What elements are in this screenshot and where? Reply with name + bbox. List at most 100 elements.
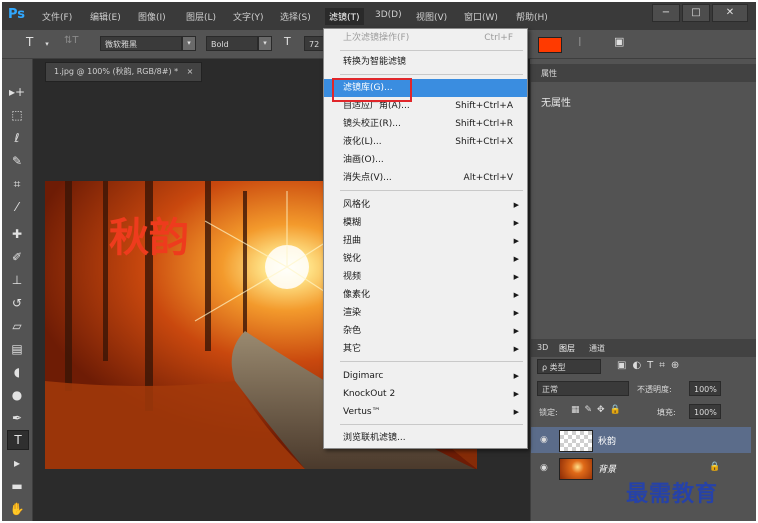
photoshop-logo: Ps — [8, 7, 26, 22]
menu-pixelate[interactable]: 像素化 ▶ — [324, 286, 527, 304]
watermark-logo: 最需教育 — [626, 481, 719, 507]
menu-knockout[interactable]: KnockOut 2 ▶ — [324, 385, 527, 403]
tab-channels[interactable]: 通道 — [589, 343, 605, 354]
move-tool-icon[interactable]: ▸+ — [7, 83, 27, 101]
clone-stamp-tool-icon[interactable]: ⊥ — [7, 271, 27, 289]
document-tab[interactable]: 1.jpg @ 100% (秋韵, RGB/8#) * × — [45, 62, 203, 82]
lock-icon: 🔒 — [709, 462, 721, 472]
layer-row-text[interactable]: ◉ 秋韵 — [531, 427, 751, 453]
font-family-field[interactable]: 微软雅黑 — [100, 36, 182, 51]
healing-brush-tool-icon[interactable]: ✚ — [7, 225, 27, 243]
tab-3d[interactable]: 3D — [537, 343, 548, 352]
menu-oil-paint[interactable]: 油画(O)... — [324, 151, 527, 169]
lock-icons[interactable]: ▦✎✥🔒 — [571, 405, 626, 415]
type-tool-icon[interactable]: T — [7, 430, 29, 450]
menu-file[interactable]: 文件(F) — [42, 10, 72, 23]
menu-select[interactable]: 选择(S) — [280, 10, 311, 23]
menu-filter[interactable]: 滤镜(T) — [325, 8, 364, 25]
blur-tool-icon[interactable]: ◖ — [7, 363, 27, 381]
blend-mode-dropdown[interactable]: 正常 — [537, 381, 629, 396]
quick-select-tool-icon[interactable]: ✎ — [7, 152, 27, 170]
font-style-dropdown-icon[interactable]: ▾ — [258, 36, 272, 51]
minimize-button[interactable]: − — [652, 4, 680, 22]
text-layer-thumbnail — [559, 430, 593, 452]
menu-help[interactable]: 帮助(H) — [516, 10, 548, 23]
close-tab-icon[interactable]: × — [187, 67, 194, 76]
type-tool-preset-icon[interactable]: T — [26, 35, 33, 49]
menu-view[interactable]: 视图(V) — [416, 10, 447, 23]
layer-name-text: 秋韵 — [598, 437, 617, 447]
tools-panel: ▸+ ⬚ ℓ ✎ ⌗ ⁄ ✚ ✐ ⊥ ↺ ▱ ▤ ◖ ● ✒ T ▸ ▬ ✋ — [2, 59, 33, 521]
menu-blur[interactable]: 模糊 ▶ — [324, 214, 527, 232]
menu-separator — [340, 50, 523, 51]
menu-render[interactable]: 渲染 ▶ — [324, 304, 527, 322]
menu-separator — [340, 424, 523, 425]
lasso-tool-icon[interactable]: ℓ — [7, 129, 27, 147]
menu-other[interactable]: 其它 ▶ — [324, 340, 527, 358]
background-layer-thumbnail — [559, 458, 593, 480]
layer-filter-icons[interactable]: ▣◐T⌗⊕ — [617, 360, 685, 371]
close-button[interactable]: ✕ — [712, 4, 748, 22]
menu-separator — [340, 190, 523, 191]
menu-video[interactable]: 视频 ▶ — [324, 268, 527, 286]
menu-image[interactable]: 图像(I) — [138, 10, 166, 23]
history-brush-tool-icon[interactable]: ↺ — [7, 294, 27, 312]
properties-panel: 属性 无属性 — [530, 64, 756, 344]
menu-window[interactable]: 窗口(W) — [464, 10, 498, 23]
menu-distort[interactable]: 扭曲 ▶ — [324, 232, 527, 250]
dodge-tool-icon[interactable]: ● — [7, 386, 27, 404]
menu-lens-correction[interactable]: 镜头校正(R)... Shift+Ctrl+R — [324, 115, 527, 133]
menu-convert-smart-filter[interactable]: 转换为智能滤镜 — [324, 53, 527, 71]
menu-noise[interactable]: 杂色 ▶ — [324, 322, 527, 340]
menu-edit[interactable]: 编辑(E) — [90, 10, 121, 23]
highlight-annotation-box — [332, 78, 412, 102]
submenu-arrow-icon: ▶ — [513, 345, 519, 353]
hand-tool-icon[interactable]: ✋ — [7, 500, 27, 518]
preset-dropdown-icon[interactable]: ▾ — [42, 38, 52, 48]
font-size-icon: T — [284, 35, 291, 48]
pen-tool-icon[interactable]: ✒ — [7, 409, 27, 427]
menu-separator — [340, 361, 523, 362]
menu-vertus[interactable]: Vertus™ ▶ — [324, 403, 527, 421]
tab-layers[interactable]: 图层 — [559, 343, 575, 354]
text-color-swatch[interactable] — [538, 37, 562, 53]
properties-tab[interactable]: 属性 — [541, 68, 557, 79]
submenu-arrow-icon: ▶ — [513, 408, 519, 416]
document-tab-title: 1.jpg @ 100% (秋韵, RGB/8#) * — [54, 67, 179, 76]
warp-text-icon[interactable]: Ⅰ — [578, 35, 582, 49]
gradient-tool-icon[interactable]: ▤ — [7, 340, 27, 358]
shape-tool-icon[interactable]: ▬ — [7, 477, 27, 495]
character-panel-icon[interactable]: ▣ — [614, 35, 624, 48]
visibility-eye-icon[interactable]: ◉ — [540, 435, 548, 445]
eraser-tool-icon[interactable]: ▱ — [7, 317, 27, 335]
brush-tool-icon[interactable]: ✐ — [7, 248, 27, 266]
submenu-arrow-icon: ▶ — [513, 372, 519, 380]
menu-last-filter[interactable]: 上次滤镜操作(F) Ctrl+F — [324, 29, 527, 47]
fill-field[interactable]: 100% — [689, 404, 721, 419]
font-family-dropdown-icon[interactable]: ▾ — [182, 36, 196, 51]
menu-separator — [340, 74, 523, 75]
submenu-arrow-icon: ▶ — [513, 390, 519, 398]
text-orientation-icon[interactable]: ⇅T — [64, 35, 79, 46]
crop-tool-icon[interactable]: ⌗ — [7, 175, 27, 193]
menu-liquify[interactable]: 液化(L)... Shift+Ctrl+X — [324, 133, 527, 151]
visibility-eye-icon[interactable]: ◉ — [540, 463, 548, 473]
layer-name-background: 背景 — [598, 465, 617, 475]
menu-digimarc[interactable]: Digimarc ▶ — [324, 367, 527, 385]
font-style-field[interactable]: Bold — [206, 36, 258, 51]
menu-sharpen[interactable]: 锐化 ▶ — [324, 250, 527, 268]
menu-type[interactable]: 文字(Y) — [233, 10, 264, 23]
menu-vanishing-point[interactable]: 消失点(V)... Alt+Ctrl+V — [324, 169, 527, 187]
submenu-arrow-icon: ▶ — [513, 309, 519, 317]
maximize-button[interactable]: □ — [682, 4, 710, 22]
menu-browse-online-filters[interactable]: 浏览联机滤镜... — [324, 429, 527, 447]
path-select-tool-icon[interactable]: ▸ — [7, 454, 27, 472]
menu-stylize[interactable]: 风格化 ▶ — [324, 196, 527, 214]
layer-filter-dropdown[interactable]: ρ 类型 — [537, 359, 601, 374]
eyedropper-tool-icon[interactable]: ⁄ — [7, 198, 27, 216]
menu-3d[interactable]: 3D(D) — [375, 10, 402, 20]
opacity-field[interactable]: 100% — [689, 381, 721, 396]
marquee-tool-icon[interactable]: ⬚ — [7, 106, 27, 124]
menu-layer[interactable]: 图层(L) — [186, 10, 216, 23]
submenu-arrow-icon: ▶ — [513, 201, 519, 209]
